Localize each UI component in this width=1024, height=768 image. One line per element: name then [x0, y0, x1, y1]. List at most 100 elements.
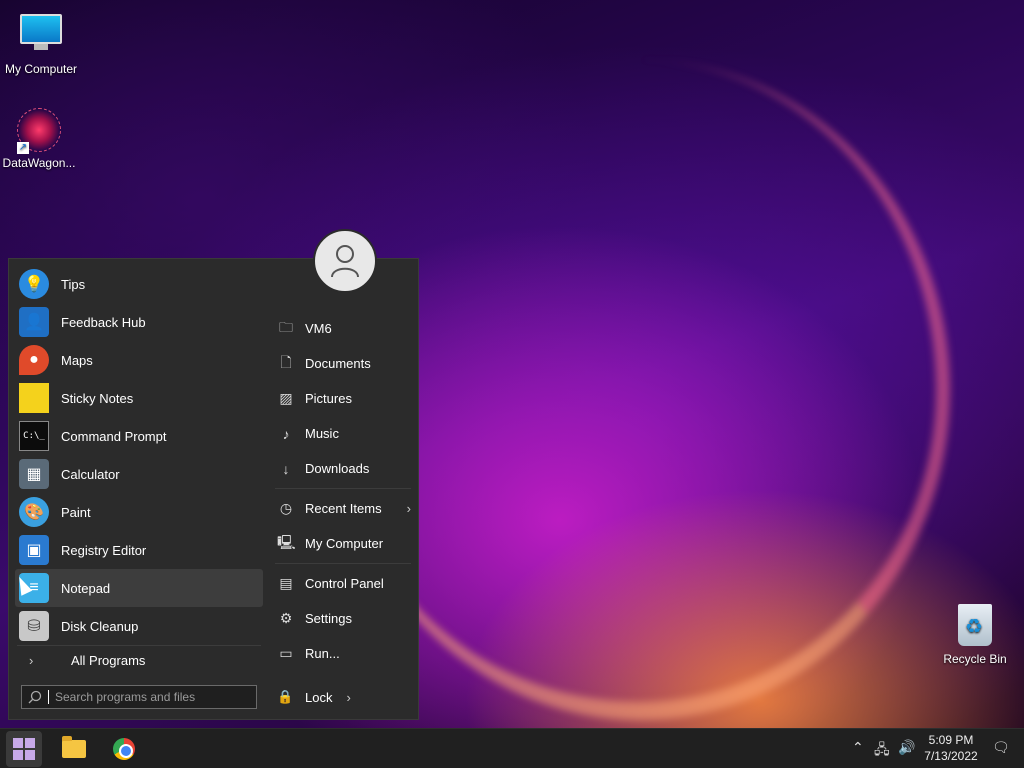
datawagon-icon: ↗	[17, 108, 61, 154]
app-label: Maps	[61, 352, 93, 368]
volume-icon[interactable]: 🔊	[898, 739, 915, 756]
clock-icon: ◷	[279, 500, 293, 516]
place-recent-items[interactable]: ◷ Recent Items ›	[275, 491, 411, 526]
place-documents[interactable]: 🗋 Documents	[275, 346, 411, 381]
user-avatar-icon[interactable]	[313, 229, 377, 293]
place-label: Control Panel	[305, 576, 384, 591]
palette-icon: 🎨	[19, 497, 49, 527]
picture-icon: ▨	[279, 390, 293, 406]
place-control-panel[interactable]: ▤ Control Panel	[275, 566, 411, 601]
place-label: Documents	[305, 356, 371, 371]
all-programs-label: All Programs	[71, 652, 146, 668]
app-label: Tips	[61, 276, 86, 292]
gear-icon: ⚙	[279, 610, 293, 626]
recycle-bin-icon	[953, 604, 997, 648]
desktop-icon-my-computer[interactable]: My Computer	[0, 10, 82, 76]
map-pin-icon: ●	[19, 345, 49, 375]
desktop-icon-label: DataWagon...	[2, 156, 76, 170]
search-placeholder: Search programs and files	[55, 690, 196, 704]
chrome-button[interactable]	[106, 731, 142, 767]
app-label: Feedback Hub	[61, 314, 146, 330]
windows-logo-icon	[13, 738, 35, 760]
sticky-note-icon	[19, 383, 49, 413]
notification-icon[interactable]: 🗨	[992, 739, 1010, 756]
places-list: 🗀 VM6 🗋 Documents ▨ Pictures ♪ Music ↓ Downlo…	[275, 311, 411, 671]
place-label: VM6	[305, 321, 332, 336]
feedback-icon: 👤	[19, 307, 49, 337]
desktop-icon-datawagon[interactable]: ↗ DataWagon...	[0, 108, 80, 170]
lock-icon: 🔒	[277, 689, 294, 704]
calculator-icon: ▦	[19, 459, 49, 489]
terminal-icon: C:\_	[19, 421, 49, 451]
desktop-icon-label: Recycle Bin	[943, 652, 1007, 666]
start-menu: 💡 Tips 👤 Feedback Hub ● Maps Sticky Notes C…	[8, 229, 419, 720]
app-label: Disk Cleanup	[61, 618, 139, 634]
clock-time: 5:09 PM	[928, 733, 974, 747]
monitor-icon	[19, 14, 63, 58]
place-label: Recent Items	[305, 501, 382, 516]
place-downloads[interactable]: ↓ Downloads	[275, 451, 411, 486]
music-icon: ♪	[282, 425, 290, 442]
taskbar: ⌃ 🖧 🔊 5:09 PM 7/13/2022 🗨	[0, 728, 1024, 768]
app-label: Sticky Notes	[61, 390, 134, 406]
folder-icon	[62, 736, 86, 758]
place-run[interactable]: ▭ Run...	[275, 636, 411, 671]
system-clock[interactable]: 5:09 PM 7/13/2022	[918, 732, 984, 764]
place-pictures[interactable]: ▨ Pictures	[275, 381, 411, 416]
desktop-icon-recycle-bin[interactable]: Recycle Bin	[934, 604, 1016, 666]
control-panel-icon: ▤	[279, 575, 293, 591]
clock-date: 7/13/2022	[924, 749, 978, 763]
place-label: Pictures	[305, 391, 352, 406]
app-item-registry-editor[interactable]: ▣ Registry Editor	[15, 531, 263, 569]
network-icon[interactable]: 🖧	[874, 739, 890, 763]
lightbulb-icon: 💡	[19, 269, 49, 299]
chevron-right-icon[interactable]: ›	[346, 690, 350, 705]
start-button[interactable]	[6, 731, 42, 767]
divider	[275, 488, 411, 489]
place-my-computer[interactable]: 🖳 My Computer	[275, 526, 411, 561]
registry-icon: ▣	[19, 535, 49, 565]
app-item-disk-cleanup[interactable]: ⛁ Disk Cleanup	[15, 607, 263, 645]
place-label: Settings	[305, 611, 352, 626]
disk-cleanup-icon: ⛁	[19, 611, 49, 641]
app-list: 💡 Tips 👤 Feedback Hub ● Maps Sticky Notes C…	[15, 265, 263, 645]
place-label: Music	[305, 426, 339, 441]
text-caret	[48, 690, 49, 704]
all-programs-button[interactable]: › All Programs	[15, 647, 263, 673]
app-item-tips[interactable]: 💡 Tips	[15, 265, 263, 303]
app-label: Notepad	[61, 580, 111, 596]
place-music[interactable]: ♪ Music	[275, 416, 411, 451]
divider	[17, 645, 261, 646]
download-icon: ↓	[282, 460, 290, 477]
file-explorer-button[interactable]	[56, 731, 92, 767]
app-item-paint[interactable]: 🎨 Paint	[15, 493, 263, 531]
place-label: Downloads	[305, 461, 370, 476]
place-label: My Computer	[305, 536, 384, 551]
place-settings[interactable]: ⚙ Settings	[275, 601, 411, 636]
divider	[275, 563, 411, 564]
shortcut-arrow-icon: ↗	[17, 142, 29, 154]
lock-label: Lock	[305, 689, 333, 705]
app-label: Calculator	[61, 466, 120, 482]
place-vm6[interactable]: 🗀 VM6	[275, 311, 411, 346]
app-item-calculator[interactable]: ▦ Calculator	[15, 455, 263, 493]
user-folder-icon: 🗀	[279, 318, 293, 335]
app-item-notepad[interactable]: ≡ Notepad	[15, 569, 263, 607]
computer-icon: 🖳	[277, 533, 296, 550]
app-item-sticky-notes[interactable]: Sticky Notes	[15, 379, 263, 417]
chevron-right-icon: ›	[406, 501, 411, 516]
place-label: Run...	[305, 646, 340, 661]
chevron-up-icon[interactable]: ⌃	[852, 739, 864, 756]
app-label: Registry Editor	[61, 542, 147, 558]
desktop-icon-label: My Computer	[4, 62, 78, 76]
app-item-feedback-hub[interactable]: 👤 Feedback Hub	[15, 303, 263, 341]
app-label: Paint	[61, 504, 91, 520]
run-icon: ▭	[279, 645, 293, 661]
app-label: Command Prompt	[61, 428, 167, 444]
chrome-icon	[113, 738, 135, 760]
app-item-command-prompt[interactable]: C:\_ Command Prompt	[15, 417, 263, 455]
lock-button[interactable]: 🔒 Lock ›	[277, 685, 351, 709]
search-input[interactable]: Search programs and files	[21, 685, 257, 709]
app-item-maps[interactable]: ● Maps	[15, 341, 263, 379]
search-icon	[28, 690, 42, 704]
